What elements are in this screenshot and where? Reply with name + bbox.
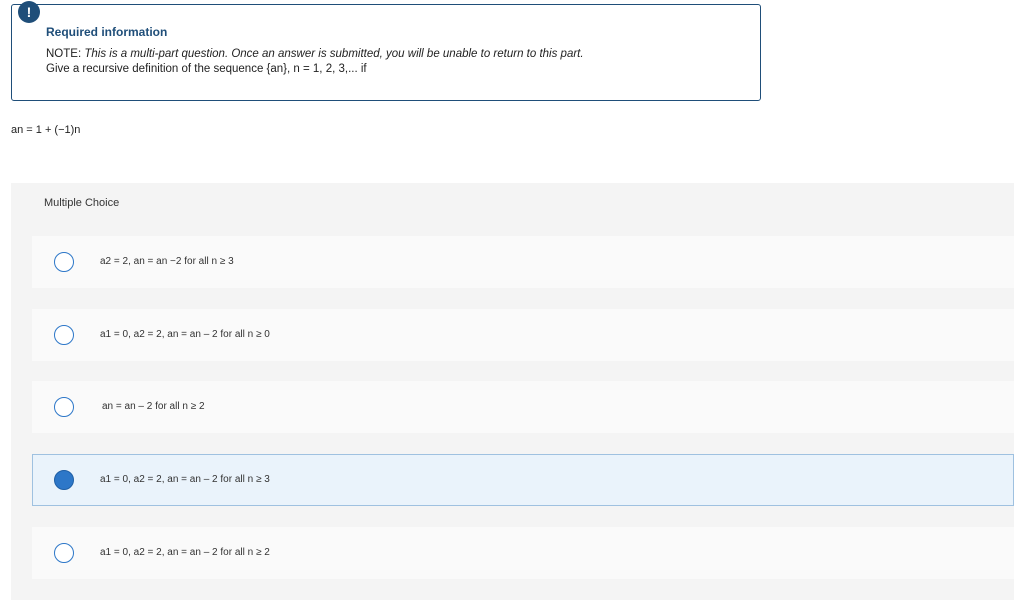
alert-icon: ! xyxy=(18,1,40,23)
answer-option-1[interactable]: a2 = 2, an = an −2 for all n ≥ 3 xyxy=(32,236,1014,288)
note-line: NOTE: This is a multi-part question. Onc… xyxy=(46,48,584,60)
option-label: an = an – 2 for all n ≥ 2 xyxy=(102,401,205,412)
info-title: Required information xyxy=(46,25,168,39)
multiple-choice-panel: Multiple Choice a2 = 2, an = an −2 for a… xyxy=(11,183,1014,600)
option-label: a1 = 0, a2 = 2, an = an – 2 for all n ≥ … xyxy=(100,547,270,558)
question-prompt: Give a recursive definition of the seque… xyxy=(46,63,367,75)
answer-option-4[interactable]: a1 = 0, a2 = 2, an = an – 2 for all n ≥ … xyxy=(32,454,1014,506)
radio-button[interactable] xyxy=(54,397,74,417)
radio-button[interactable] xyxy=(54,252,74,272)
option-label: a1 = 0, a2 = 2, an = an – 2 for all n ≥ … xyxy=(100,474,270,485)
radio-button[interactable] xyxy=(54,470,74,490)
sequence-formula: an = 1 + (−1)n xyxy=(11,124,81,136)
radio-button[interactable] xyxy=(54,543,74,563)
option-label: a2 = 2, an = an −2 for all n ≥ 3 xyxy=(100,256,234,267)
answer-option-2[interactable]: a1 = 0, a2 = 2, an = an – 2 for all n ≥ … xyxy=(32,309,1014,361)
answer-option-3[interactable]: an = an – 2 for all n ≥ 2 xyxy=(32,381,1014,433)
required-information-box: ! Required information NOTE: This is a m… xyxy=(11,1,761,101)
option-label: a1 = 0, a2 = 2, an = an – 2 for all n ≥ … xyxy=(100,329,270,340)
note-text: This is a multi-part question. Once an a… xyxy=(84,48,584,60)
note-label: NOTE: xyxy=(46,48,85,60)
answer-option-5[interactable]: a1 = 0, a2 = 2, an = an – 2 for all n ≥ … xyxy=(32,527,1014,579)
radio-button[interactable] xyxy=(54,325,74,345)
question-type-label: Multiple Choice xyxy=(44,197,120,209)
